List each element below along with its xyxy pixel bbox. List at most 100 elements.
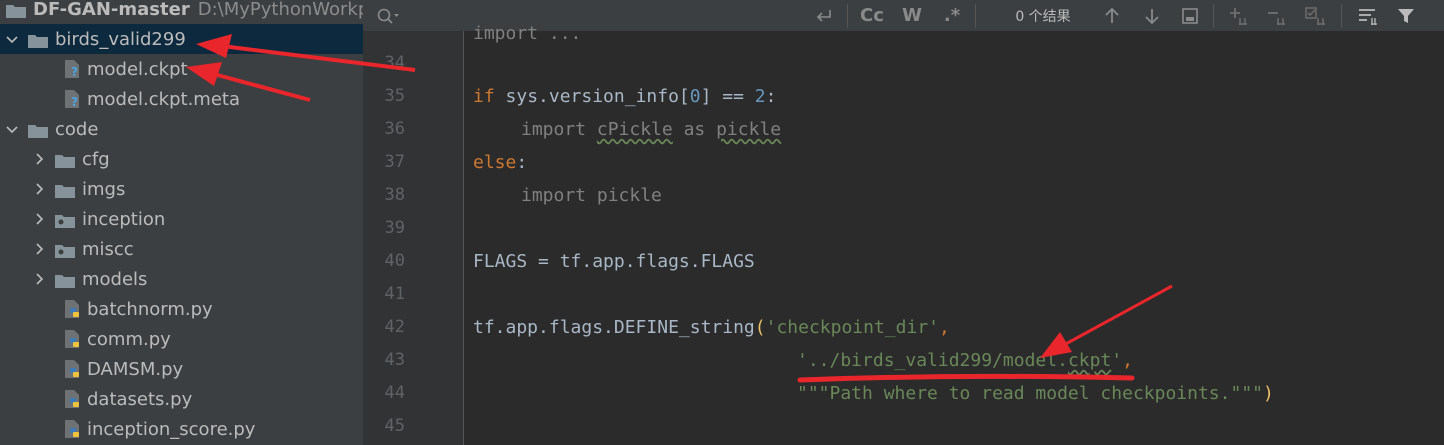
filter-settings-icon[interactable]: [1353, 0, 1383, 31]
paren: ): [1263, 383, 1274, 404]
chevron-down-icon[interactable]: [6, 33, 18, 45]
remove-occurrence-icon[interactable]: [1263, 0, 1293, 31]
keyword: if: [473, 86, 495, 107]
tree-item-damsm-py[interactable]: DAMSM.py: [0, 354, 363, 384]
tree-item-imgs[interactable]: imgs: [0, 174, 363, 204]
tree-item-miscc[interactable]: miscc: [0, 234, 363, 264]
comma: ,: [1122, 350, 1133, 371]
line-number: 45: [384, 416, 405, 436]
code-line-42[interactable]: tf.app.flags.DEFINE_string('checkpoint_d…: [473, 317, 950, 338]
regex-button[interactable]: .*: [937, 0, 967, 31]
new-line-icon[interactable]: [809, 0, 839, 31]
tree-item-model-ckpt[interactable]: ? model.ckpt: [0, 54, 363, 84]
keyword: import: [521, 119, 587, 140]
tree-item-code[interactable]: code: [0, 114, 363, 144]
tree-item-datasets-py[interactable]: datasets.py: [0, 384, 363, 414]
tree-item-inception-score-py[interactable]: inception_score.py: [0, 414, 363, 444]
tree-item-cfg[interactable]: cfg: [0, 144, 363, 174]
code-line-38[interactable]: import pickle: [521, 185, 662, 206]
code-editor[interactable]: import ... if sys.version_info[0] == 2: …: [464, 23, 1444, 445]
code-text: tf.app.flags.DEFINE_string: [473, 317, 755, 338]
arrow-up-icon[interactable]: [1097, 0, 1127, 31]
code-text: sys.version_info[: [494, 86, 690, 107]
string-literal: ': [1111, 350, 1123, 371]
tree-item-comm-py[interactable]: comm.py: [0, 324, 363, 354]
keyword: else: [473, 152, 517, 173]
tree-item-birds-valid299[interactable]: birds_valid299: [0, 24, 363, 54]
filter-icon[interactable]: [1391, 0, 1421, 31]
folder-icon: [55, 182, 75, 198]
line-number: 38: [384, 185, 405, 205]
line-number: 43: [384, 350, 405, 370]
folder-icon: [55, 152, 75, 168]
line-number: 41: [384, 284, 405, 304]
module-name: cPickle: [596, 119, 673, 140]
project-tree: DF-GAN-master D:\MyPythonWorkpl birds_va…: [0, 0, 363, 445]
tree-item-label: inception: [82, 208, 166, 230]
code-line-40[interactable]: FLAGS = tf.app.flags.FLAGS: [473, 251, 755, 272]
whole-words-button[interactable]: W: [897, 0, 927, 31]
line-number: 39: [384, 218, 405, 238]
search-result-count: 0 个结果: [1015, 8, 1071, 25]
toggle-select-icon[interactable]: [1301, 0, 1331, 31]
unknown-file-icon: ?: [63, 89, 81, 109]
comma: ,: [939, 317, 950, 338]
folded-imports[interactable]: import ...: [473, 23, 581, 44]
tree-item-label: models: [82, 268, 148, 290]
code-line-37[interactable]: else:: [473, 152, 527, 173]
chevron-right-icon[interactable]: [33, 213, 45, 225]
chevron-down-icon[interactable]: [6, 123, 18, 135]
python-file-icon: [63, 359, 81, 379]
python-file-icon: [63, 329, 81, 349]
tree-item-label: comm.py: [87, 328, 171, 350]
line-number: 40: [384, 251, 405, 271]
search-icon[interactable]: [373, 0, 403, 31]
tree-item-label: cfg: [82, 148, 110, 170]
module-name: pickle: [586, 185, 662, 206]
chevron-right-icon[interactable]: [33, 243, 45, 255]
code-text: :: [765, 86, 777, 107]
arrow-down-icon[interactable]: [1137, 0, 1167, 31]
tree-item-batchnorm-py[interactable]: batchnorm.py: [0, 294, 363, 324]
chevron-right-icon[interactable]: [33, 153, 45, 165]
string-literal: ckpt: [1067, 350, 1112, 371]
add-occurrence-icon[interactable]: [1225, 0, 1255, 31]
select-all-occurrences-icon[interactable]: [1175, 0, 1205, 31]
code-line-35[interactable]: if sys.version_info[0] == 2:: [473, 86, 776, 107]
tree-item-models[interactable]: models: [0, 264, 363, 294]
tree-item-label: batchnorm.py: [87, 298, 213, 320]
code-line-36[interactable]: import cPickle as pickle: [521, 119, 781, 140]
tree-item-label: model.ckpt.meta: [87, 88, 240, 110]
code-line-43[interactable]: '../birds_valid299/model.ckpt',: [797, 350, 1133, 371]
python-file-icon: [63, 419, 81, 439]
match-case-button[interactable]: Cc: [855, 0, 889, 31]
module-alias: pickle: [716, 119, 782, 140]
tree-item-inception[interactable]: inception: [0, 204, 363, 234]
chevron-right-icon[interactable]: [33, 183, 45, 195]
svg-text:?: ?: [71, 65, 78, 79]
folder-icon: [6, 2, 26, 18]
tree-item-label: model.ckpt: [87, 58, 188, 80]
number-literal: 2: [754, 86, 766, 107]
number-literal: 0: [689, 86, 701, 107]
tree-item-label: datasets.py: [87, 388, 193, 410]
tree-item-label: miscc: [82, 238, 134, 260]
tree-item-label: DAMSM.py: [87, 358, 184, 380]
folder-icon: [28, 122, 48, 138]
string-literal: 'checkpoint_dir': [765, 317, 939, 338]
code-text: ] ==: [700, 86, 755, 107]
paren: (: [754, 317, 766, 338]
package-folder-icon: [55, 212, 75, 228]
code-line-44[interactable]: """Path where to read model checkpoints.…: [797, 383, 1274, 404]
project-path: D:\MyPythonWorkpl: [197, 0, 363, 20]
line-number: 35: [384, 86, 405, 106]
keyword: as: [672, 119, 717, 140]
project-root-row[interactable]: DF-GAN-master D:\MyPythonWorkpl: [0, 0, 363, 24]
python-file-icon: [63, 299, 81, 319]
line-number: 36: [384, 119, 405, 139]
folder-icon: [55, 272, 75, 288]
code-text: :: [516, 152, 528, 173]
tree-item-label: inception_score.py: [87, 418, 256, 440]
tree-item-model-ckpt-meta[interactable]: ? model.ckpt.meta: [0, 84, 363, 114]
chevron-right-icon[interactable]: [33, 273, 45, 285]
